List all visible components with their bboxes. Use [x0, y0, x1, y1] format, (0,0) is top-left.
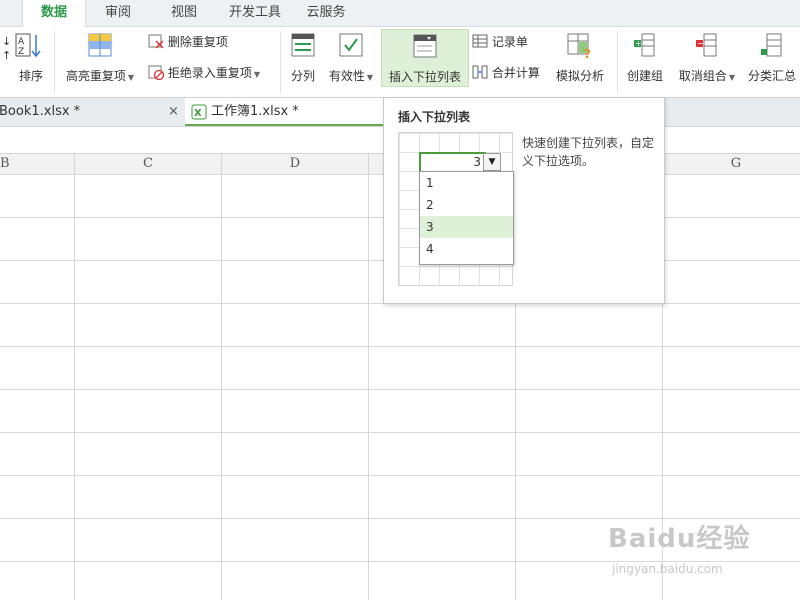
merge-calc-button[interactable]: 合并计算	[472, 64, 540, 82]
svg-text:↑: ↑	[2, 49, 11, 61]
split-column-button[interactable]: 分列	[284, 31, 322, 84]
ribbon-tab-bar: 数据 审阅 视图 开发工具 云服务	[0, 0, 800, 27]
doc-tab-book1[interactable]: Book1.xlsx * ×	[0, 98, 182, 126]
tab-cloud[interactable]: 云服务	[298, 0, 354, 26]
watermark-url: jingyan.baidu.com	[612, 562, 723, 576]
chevron-down-icon: ▼	[253, 70, 260, 79]
svg-text:−: −	[697, 39, 704, 48]
svg-text:A: A	[18, 37, 25, 47]
subtotal-button[interactable]: 分类汇总	[744, 31, 800, 84]
list-item: 4	[426, 242, 434, 256]
close-icon[interactable]: ×	[168, 98, 179, 126]
preview-cell: 3	[419, 152, 486, 173]
reject-duplicates-icon	[148, 65, 165, 81]
column-header-b[interactable]: B	[0, 154, 75, 174]
svg-text:?: ?	[584, 47, 591, 61]
baidu-watermark: Baidu经验	[608, 524, 751, 554]
record-sheet-button[interactable]: 记录单	[472, 33, 528, 51]
highlight-duplicates-icon	[86, 31, 114, 61]
tab-review[interactable]: 审阅	[92, 0, 144, 26]
svg-text:+: +	[635, 39, 642, 48]
ribbon-separator	[617, 31, 618, 93]
simulation-analysis-icon: ?	[566, 31, 594, 61]
list-item: 1	[426, 176, 434, 190]
simulation-analysis-button[interactable]: ? 模拟分析	[550, 31, 610, 84]
ribbon: ↓ ↑ AZ 排序 高亮重复项 ▼ 删除重复项 拒绝录入重复项 ▼ 分列 有效性 ▼	[0, 27, 800, 98]
chevron-down-icon: ▼	[127, 73, 135, 82]
reject-duplicates-button[interactable]: 拒绝录入重复项 ▼	[148, 64, 260, 82]
preview-options-list: 1 2 3 4	[419, 171, 514, 265]
sort-icon: ↓ ↑ AZ	[0, 31, 46, 62]
tab-data[interactable]: 数据	[22, 0, 86, 27]
dropdown-preview: 3 ▼ 1 2 3 4	[398, 132, 514, 286]
create-group-icon: +	[632, 31, 658, 61]
doc-tab-workbook1[interactable]: X 工作簿1.xlsx *	[185, 98, 383, 126]
record-sheet-icon	[472, 34, 488, 48]
ungroup-button[interactable]: − 取消组合 ▼	[674, 31, 740, 84]
validity-button[interactable]: 有效性 ▼	[324, 31, 378, 84]
excel-file-icon: X	[191, 104, 207, 120]
dropdown-arrow-icon: ▼	[483, 153, 501, 171]
column-header-c[interactable]: C	[75, 154, 222, 174]
dropdown-list-icon	[412, 32, 438, 62]
list-item-selected: 3	[420, 216, 513, 238]
create-group-button[interactable]: + 创建组	[622, 31, 668, 84]
column-header-g[interactable]: G	[663, 154, 800, 174]
chevron-down-icon: ▼	[728, 73, 736, 82]
tooltip-title: 插入下拉列表	[398, 110, 471, 124]
svg-text:X: X	[194, 108, 202, 119]
column-header-d[interactable]: D	[222, 154, 369, 174]
ribbon-separator	[54, 31, 55, 93]
svg-text:↓: ↓	[2, 35, 11, 48]
highlight-duplicates-button[interactable]: 高亮重复项 ▼	[60, 31, 140, 84]
delete-duplicates-icon	[148, 34, 164, 49]
ribbon-separator	[280, 31, 281, 93]
delete-duplicates-button[interactable]: 删除重复项	[148, 33, 228, 51]
insert-dropdown-list-button[interactable]: 插入下拉列表	[381, 29, 469, 87]
svg-text:Z: Z	[18, 47, 24, 57]
tooltip-description: 快速创建下拉列表，自定义下拉选项。	[522, 136, 655, 168]
subtotal-icon	[759, 31, 785, 61]
tab-view[interactable]: 视图	[158, 0, 210, 26]
sort-button[interactable]: ↓ ↑ AZ 排序	[0, 31, 46, 84]
merge-calc-icon	[472, 65, 488, 79]
ungroup-icon: −	[694, 31, 720, 61]
tab-developer[interactable]: 开发工具	[222, 0, 288, 26]
chevron-down-icon: ▼	[366, 73, 374, 82]
list-item: 2	[426, 198, 434, 212]
insert-dropdown-tooltip: 插入下拉列表 3 ▼ 1 2 3 4 快速创建下拉列表，自定义下拉选项。	[383, 97, 665, 304]
validity-icon	[338, 31, 364, 61]
split-column-icon	[290, 31, 316, 61]
